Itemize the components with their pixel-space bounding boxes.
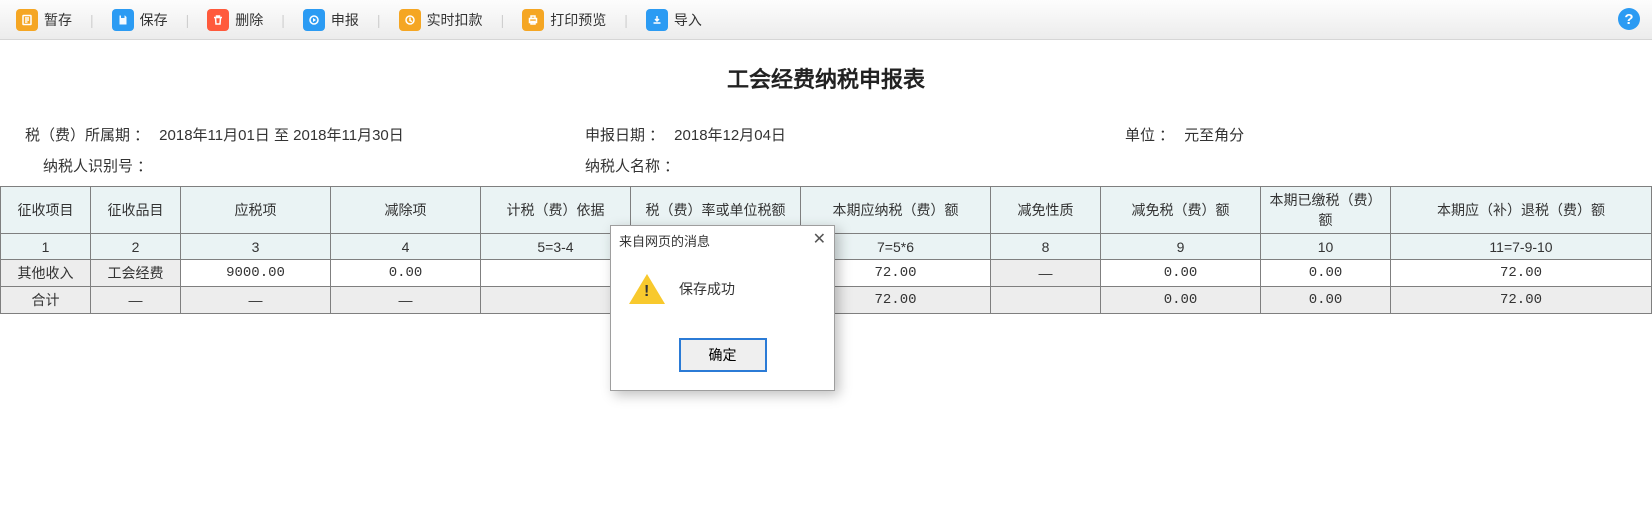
th-col-10: 本期已缴税（费）额 (1261, 187, 1391, 234)
taxpayer-id-label: 纳税人识别号 ： (43, 155, 152, 176)
th-col-2: 征收品目 (91, 187, 181, 234)
dialog-body: 保存成功 (611, 254, 834, 330)
th-col-9: 减免税（费）额 (1101, 187, 1261, 234)
formula-cell: 3 (181, 234, 331, 260)
total-label: 合计 (1, 287, 91, 314)
period-value: 2018年11月01日 至 2018年11月30日 (159, 124, 404, 145)
dialog-header: 来自网页的消息 ✕ (611, 226, 834, 254)
declare-icon (303, 9, 325, 31)
th-col-3: 应税项 (181, 187, 331, 234)
th-col-4: 减除项 (331, 187, 481, 234)
dialog-footer: 确定 (611, 330, 834, 390)
total-c9: 0.00 (1261, 287, 1391, 314)
total-dash: — (91, 287, 181, 314)
taxpayer-name-label: 纳税人名称 ： (585, 155, 679, 176)
formula-cell: 5=3-4 (481, 234, 631, 260)
toolbar-label: 实时扣款 (427, 10, 483, 30)
total-c4 (481, 287, 631, 314)
separator: | (501, 12, 505, 28)
separator: | (186, 12, 190, 28)
toolbar-save-button[interactable]: 保存 (106, 6, 174, 34)
total-c2: — (181, 287, 331, 314)
cell-basis (481, 260, 631, 287)
cell-taxable[interactable]: 9000.00 (181, 260, 331, 287)
page-title: 工会经费纳税申报表 (0, 62, 1652, 94)
th-col-8: 减免性质 (991, 187, 1101, 234)
alert-dialog: 来自网页的消息 ✕ 保存成功 确定 (610, 225, 835, 391)
formula-cell: 8 (991, 234, 1101, 260)
deduct-icon (399, 9, 421, 31)
toolbar-delete-button[interactable]: 删除 (201, 6, 269, 34)
cell-paid[interactable]: 0.00 (1261, 260, 1391, 287)
dialog-message: 保存成功 (679, 279, 735, 299)
import-icon (646, 9, 668, 31)
separator: | (281, 12, 285, 28)
unit-label: 单位 ： (1125, 124, 1174, 145)
total-c8: 0.00 (1101, 287, 1261, 314)
formula-cell: 1 (1, 234, 91, 260)
formula-cell: 2 (91, 234, 181, 260)
toolbar-label: 暂存 (44, 10, 72, 30)
toolbar-label: 导入 (674, 10, 702, 30)
total-c10: 72.00 (1391, 287, 1652, 314)
total-c3: — (331, 287, 481, 314)
cell-project: 其他收入 (1, 260, 91, 287)
toolbar-print-button[interactable]: 打印预览 (516, 6, 612, 34)
th-col-1: 征收项目 (1, 187, 91, 234)
formula-cell: 4 (331, 234, 481, 260)
separator: | (624, 12, 628, 28)
toolbar-import-button[interactable]: 导入 (640, 6, 708, 34)
cell-item: 工会经费 (91, 260, 181, 287)
separator: | (90, 12, 94, 28)
unit-value: 元至角分 (1184, 124, 1244, 145)
cell-refund: 72.00 (1391, 260, 1652, 287)
toolbar: 暂存 | 保存 | 删除 | 申报 | 实时扣款 | 打印预览 | (0, 0, 1652, 40)
delete-icon (207, 9, 229, 31)
declare-date-label: 申报日期 ： (585, 124, 664, 145)
print-icon (522, 9, 544, 31)
ok-button[interactable]: 确定 (679, 338, 767, 372)
cell-reduce-type: — (991, 260, 1101, 287)
warning-icon (629, 274, 665, 304)
total-c7 (991, 287, 1101, 314)
draft-icon (16, 9, 38, 31)
toolbar-label: 保存 (140, 10, 168, 30)
close-icon[interactable]: ✕ (813, 232, 826, 248)
dialog-title: 来自网页的消息 (619, 231, 710, 250)
period-label: 税（费）所属期 ： (25, 124, 149, 145)
help-icon[interactable]: ? (1618, 8, 1640, 30)
cell-deduct[interactable]: 0.00 (331, 260, 481, 287)
meta-block: 税（费）所属期 ： 2018年11月01日 至 2018年11月30日 申报日期… (0, 124, 1652, 176)
toolbar-declare-button[interactable]: 申报 (297, 6, 365, 34)
toolbar-label: 打印预览 (550, 10, 606, 30)
th-col-5: 计税（费）依据 (481, 187, 631, 234)
formula-cell: 9 (1101, 234, 1261, 260)
declare-date-value: 2018年12月04日 (674, 124, 786, 145)
save-icon (112, 9, 134, 31)
formula-cell: 10 (1261, 234, 1391, 260)
th-col-11: 本期应（补）退税（费）额 (1391, 187, 1652, 234)
toolbar-label: 申报 (331, 10, 359, 30)
toolbar-label: 删除 (235, 10, 263, 30)
formula-cell: 11=7-9-10 (1391, 234, 1652, 260)
separator: | (377, 12, 381, 28)
toolbar-deduct-button[interactable]: 实时扣款 (393, 6, 489, 34)
toolbar-draft-button[interactable]: 暂存 (10, 6, 78, 34)
cell-reduce-amt[interactable]: 0.00 (1101, 260, 1261, 287)
